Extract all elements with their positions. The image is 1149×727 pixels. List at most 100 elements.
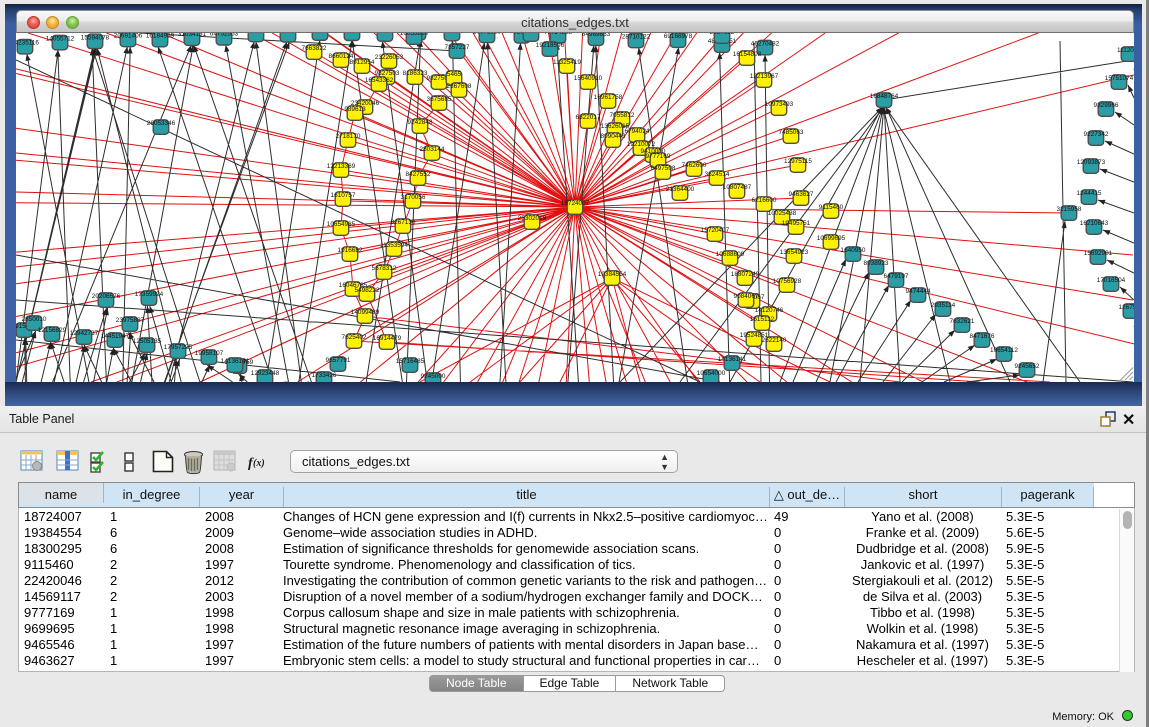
svg-text:3675685: 3675685 [427,96,452,103]
svg-text:1615112: 1615112 [750,316,775,323]
svg-text:5465: 5465 [447,71,462,78]
svg-text:7485063: 7485063 [779,129,804,136]
svg-text:1916682: 1916682 [338,247,363,254]
svg-text:28710122: 28710122 [622,34,651,41]
svg-text:14136141: 14136141 [221,358,250,365]
svg-text:2367608: 2367608 [447,83,472,90]
svg-text:9115460: 9115460 [819,204,844,211]
svg-text:5678312: 5678312 [372,265,397,272]
svg-text:9242848: 9242848 [408,119,433,126]
svg-text:41928327: 41928327 [242,33,271,34]
svg-text:2850010: 2850010 [22,316,47,323]
svg-text:19218596: 19218596 [536,42,565,49]
svg-text:9463627: 9463627 [789,191,814,198]
svg-text:15692901: 15692901 [1084,250,1113,257]
svg-text:2803144: 2803144 [420,146,445,153]
svg-text:10688609: 10688609 [716,251,745,258]
svg-text:1112000: 1112000 [1117,47,1134,54]
svg-text:15640910: 15640910 [574,75,603,82]
svg-text:8471676: 8471676 [970,333,995,340]
svg-text:19384554: 19384554 [598,271,627,278]
svg-text:7462600: 7462600 [682,162,707,169]
svg-text:1244415: 1244415 [1077,190,1102,197]
svg-text:2987652: 2987652 [710,33,735,36]
svg-text:10719155: 10719155 [438,33,467,34]
svg-text:9777169: 9777169 [646,153,671,160]
svg-text:7357227: 7357227 [445,44,470,51]
svg-text:14136141: 14136141 [718,356,747,363]
svg-text:19210072: 19210072 [627,141,656,148]
svg-text:12942737: 12942737 [70,330,99,337]
svg-text:16184959: 16184959 [146,33,175,40]
svg-text:1527602: 1527602 [373,33,398,34]
svg-text:23975887: 23975887 [116,317,145,324]
svg-text:12213369: 12213369 [327,163,356,170]
svg-text:8186323: 8186323 [403,70,428,77]
svg-text:11325419: 11325419 [553,59,581,66]
svg-text:54235116: 54235116 [16,40,39,47]
svg-text:1610757: 1610757 [331,192,356,199]
svg-text:6479197: 6479197 [884,273,909,280]
svg-text:8990443: 8990443 [601,133,626,140]
svg-text:19958107: 19958107 [195,350,224,357]
svg-text:7955812: 7955812 [610,112,635,119]
svg-text:15594078: 15594078 [81,34,110,41]
svg-text:6322017: 6322017 [576,114,601,121]
svg-text:12923448: 12923448 [251,370,280,377]
svg-text:23226053: 23226053 [375,54,404,61]
svg-text:12093873: 12093873 [1077,159,1106,166]
svg-text:989613: 989613 [344,106,366,113]
svg-text:6497508: 6497508 [651,165,676,172]
svg-text:17016504: 17016504 [1097,277,1126,284]
svg-text:12213967: 12213967 [750,73,779,80]
svg-text:8912954: 8912954 [350,59,375,66]
svg-text:7625402: 7625402 [342,334,367,341]
svg-text:20206576: 20206576 [92,293,121,300]
svg-text:9474444: 9474444 [906,288,931,295]
svg-text:3624514: 3624514 [705,171,730,178]
svg-text:1733426: 1733426 [312,372,337,379]
svg-text:31034131: 31034131 [178,33,207,38]
svg-text:16210643: 16210643 [1080,220,1109,227]
svg-text:7663822: 7663822 [302,45,327,52]
svg-text:12156829: 12156829 [38,327,67,334]
svg-text:15716485: 15716485 [396,358,425,365]
svg-text:18807249: 18807249 [731,271,760,278]
svg-text:16914479: 16914479 [373,335,402,342]
svg-text:16543362: 16543362 [365,77,394,84]
svg-text:14055712: 14055712 [46,36,75,43]
svg-text:17957225: 17957225 [164,344,193,351]
svg-text:2522140: 2522140 [762,337,787,344]
svg-text:17359924: 17359924 [135,291,164,298]
svg-text:2935114: 2935114 [931,302,956,309]
svg-text:8938923: 8938923 [864,260,889,267]
svg-text:15751074: 15751074 [1105,75,1134,82]
svg-text:10654000: 10654000 [697,370,726,377]
svg-text:6794024: 6794024 [625,128,650,135]
svg-text:3170056: 3170056 [401,194,426,201]
svg-text:2718170: 2718170 [336,133,361,140]
svg-text:16848764: 16848764 [870,93,899,100]
svg-text:26053346: 26053346 [147,120,176,127]
svg-text:84969653: 84969653 [582,33,611,38]
svg-text:13654923: 13654923 [780,249,809,256]
svg-text:9657791: 9657791 [326,357,351,364]
svg-text:7632621: 7632621 [950,318,975,325]
svg-text:10699695: 10699695 [817,235,846,242]
svg-text:5498222: 5498222 [355,287,380,294]
svg-text:(x): (x) [253,458,265,469]
svg-text:64752553: 64752553 [210,33,239,38]
svg-text:18724007: 18724007 [561,200,590,207]
svg-text:8813014: 8813014 [519,33,544,34]
svg-text:16154808: 16154808 [733,51,762,58]
svg-text:14451947: 14451947 [101,333,130,340]
svg-text:9084067: 9084067 [734,293,759,300]
svg-text:9227342: 9227342 [1084,131,1109,138]
svg-text:10756928: 10756928 [773,278,802,285]
svg-text:76724238: 76724238 [544,33,573,36]
svg-text:25302019: 25302019 [518,215,547,222]
svg-text:1267530: 1267530 [1119,304,1134,311]
svg-text:16033809: 16033809 [400,33,429,37]
svg-text:8427552: 8427552 [406,171,431,178]
svg-text:20691406: 20691406 [114,33,143,40]
